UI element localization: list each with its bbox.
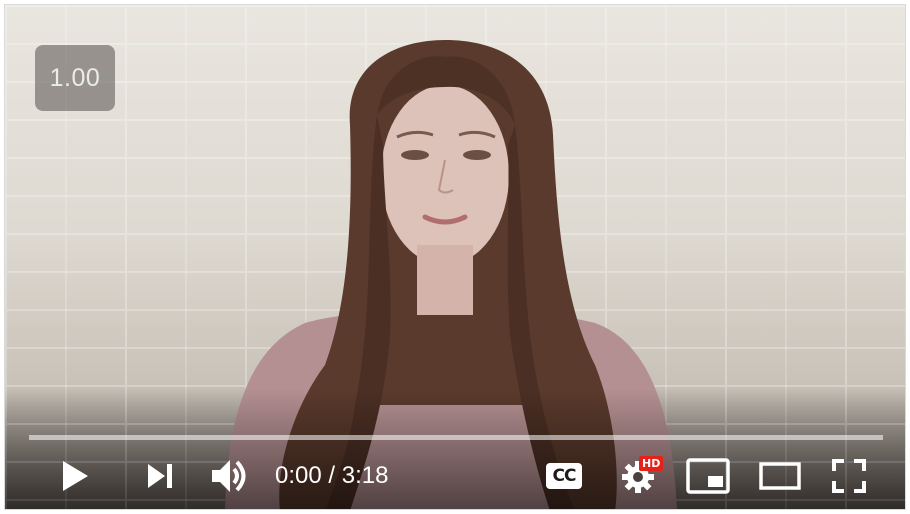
video-frame[interactable]: 1.00 0:00 / 3:18 CC HD	[5, 5, 905, 509]
fullscreen-button[interactable]	[827, 451, 871, 501]
theater-mode-button[interactable]	[755, 451, 805, 501]
fullscreen-icon	[832, 459, 866, 493]
miniplayer-button[interactable]	[683, 451, 733, 501]
playback-speed-badge: 1.00	[35, 45, 115, 111]
cc-icon: CC	[546, 463, 582, 489]
settings-wrapper: HD	[617, 456, 664, 496]
volume-icon	[212, 460, 246, 492]
current-time: 0:00	[275, 462, 322, 489]
play-button[interactable]	[55, 451, 95, 501]
duration: 3:18	[341, 462, 389, 489]
cc-label: CC	[552, 466, 577, 486]
hd-badge: HD	[639, 456, 664, 471]
control-bar: 0:00 / 3:18 CC HD	[5, 451, 905, 501]
miniplayer-icon	[686, 458, 730, 494]
theater-icon	[759, 462, 801, 490]
time-separator: /	[321, 462, 342, 489]
next-icon	[148, 464, 172, 488]
playback-speed-value: 1.00	[49, 63, 101, 92]
volume-button[interactable]	[205, 451, 255, 501]
time-display: 0:00 / 3:18	[275, 451, 388, 501]
play-icon	[63, 461, 88, 491]
hd-label: HD	[642, 457, 661, 470]
video-player[interactable]: 1.00 0:00 / 3:18 CC HD	[4, 4, 906, 510]
progress-bar[interactable]	[29, 435, 883, 440]
captions-button[interactable]: CC	[541, 451, 587, 501]
next-button[interactable]	[140, 451, 180, 501]
settings-button[interactable]: HD	[613, 451, 665, 501]
